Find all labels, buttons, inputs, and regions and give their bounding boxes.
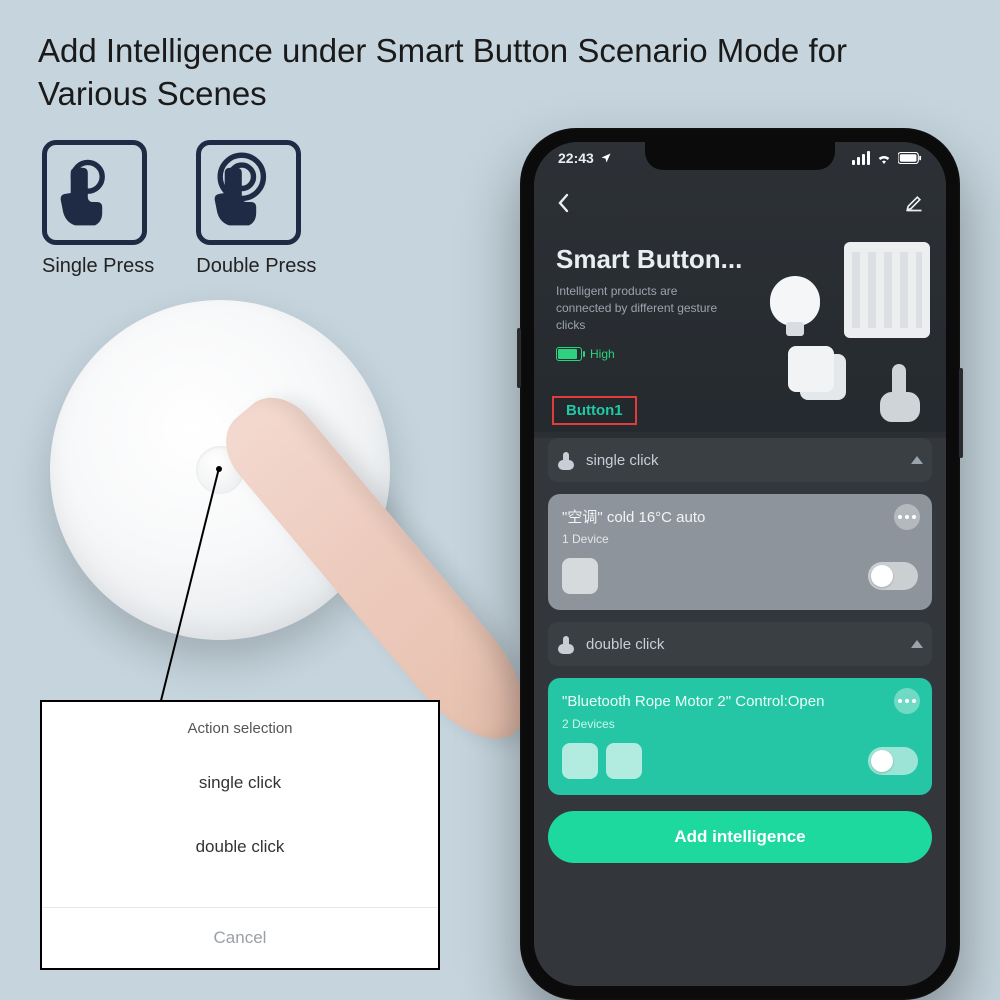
single-click-icon xyxy=(556,450,576,470)
edit-button[interactable] xyxy=(904,193,924,213)
phone-screen: 22:43 xyxy=(534,142,946,986)
press-mode-icons: Single Press Double Press xyxy=(42,140,316,278)
double-press-block: Double Press xyxy=(196,140,316,278)
wifi-icon xyxy=(876,152,892,164)
double-press-icon xyxy=(196,140,301,245)
collapse-arrow-icon xyxy=(910,454,924,466)
device-thumb xyxy=(606,743,642,779)
popup-option-double-click[interactable]: double click xyxy=(42,815,438,879)
phone-frame: 22:43 xyxy=(520,128,960,1000)
smart-plug-icon xyxy=(788,346,834,392)
single-press-label: Single Press xyxy=(42,255,154,278)
double-press-label: Double Press xyxy=(196,255,316,278)
double-click-icon xyxy=(556,634,576,654)
status-time: 22:43 xyxy=(558,150,594,166)
popup-cancel-button[interactable]: Cancel xyxy=(42,907,438,968)
single-press-icon xyxy=(42,140,147,245)
collapse-arrow-icon xyxy=(910,638,924,650)
device-thumbnails xyxy=(562,743,642,779)
device-thumb xyxy=(562,743,598,779)
action-selection-popup: Action selection single click double cli… xyxy=(40,700,440,970)
add-intelligence-button[interactable]: Add intelligence xyxy=(548,811,932,863)
marketing-headline: Add Intelligence under Smart Button Scen… xyxy=(38,30,938,116)
card-subtitle: 1 Device xyxy=(562,532,918,546)
automation-toggle[interactable] xyxy=(868,747,918,775)
device-battery-label: High xyxy=(590,347,615,361)
location-icon xyxy=(600,152,612,164)
card-title: "Bluetooth Rope Motor 2" Control:Open xyxy=(562,692,918,712)
automation-card-motor[interactable]: "Bluetooth Rope Motor 2" Control:Open 2 … xyxy=(548,678,932,794)
app-header: Smart Button... Intelligent products are… xyxy=(534,142,946,432)
section-double-click-label: double click xyxy=(586,636,664,653)
back-button[interactable] xyxy=(556,192,572,214)
section-single-click-label: single click xyxy=(586,452,659,469)
tab-button1[interactable]: Button1 xyxy=(552,396,637,425)
lightbulb-icon xyxy=(770,276,820,326)
card-subtitle: 2 Devices xyxy=(562,717,918,731)
pointing-hand-icon xyxy=(874,364,924,424)
single-press-block: Single Press xyxy=(42,140,154,278)
card-title: "空调" cold 16°C auto xyxy=(562,508,918,528)
battery-icon xyxy=(898,152,922,164)
phone-notch xyxy=(645,142,835,170)
popup-title: Action selection xyxy=(42,702,438,751)
automation-toggle[interactable] xyxy=(868,562,918,590)
hero-device-illustration xyxy=(730,242,930,412)
device-thumbnails xyxy=(562,558,598,594)
section-double-click[interactable]: double click xyxy=(548,622,932,666)
device-battery-icon xyxy=(556,347,582,361)
popup-option-single-click[interactable]: single click xyxy=(42,751,438,815)
section-single-click[interactable]: single click xyxy=(548,438,932,482)
device-thumb xyxy=(562,558,598,594)
cellular-signal-icon xyxy=(852,151,870,165)
page-subtitle: Intelligent products are connected by di… xyxy=(556,283,736,333)
card-more-button[interactable] xyxy=(894,504,920,530)
app-body: single click "空调" cold 16°C auto 1 Devic… xyxy=(534,438,946,986)
automation-card-ac[interactable]: "空调" cold 16°C auto 1 Device xyxy=(548,494,932,610)
curtain-icon xyxy=(844,242,930,338)
